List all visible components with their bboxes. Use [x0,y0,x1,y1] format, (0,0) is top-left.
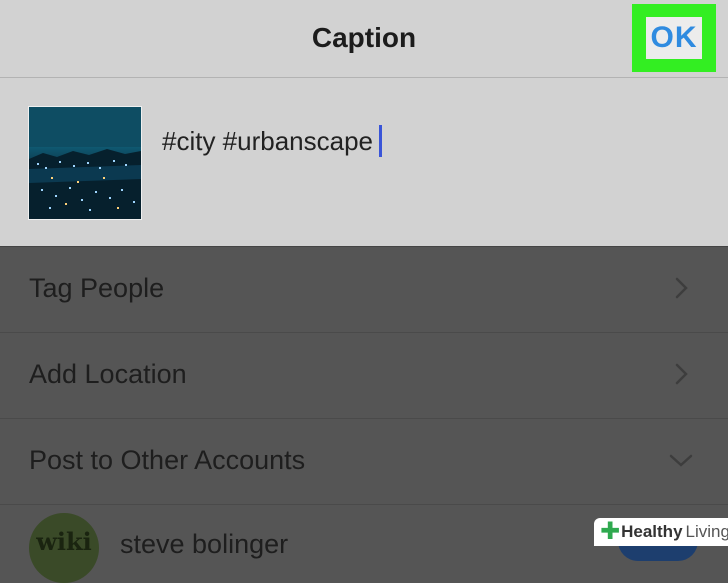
watermark-word1: Healthy [621,522,683,541]
chevron-right-icon [675,363,688,385]
tag-people-row[interactable]: Tag People [0,247,728,333]
top-bar: Caption OK [0,0,728,78]
ok-button[interactable]: OK [646,17,702,59]
caption-text: #city #urbanscape [162,125,374,156]
text-cursor [379,125,383,157]
chevron-right-icon [675,277,688,299]
watermark: ✚ Healthy Living [594,518,728,546]
watermark-word2: Living [685,522,728,541]
account-name: steve bolinger [120,529,289,559]
plus-icon: ✚ [600,518,621,545]
caption-area: #city #urbanscape [0,78,728,247]
ok-highlight: OK [632,4,716,72]
page-title: Caption [311,22,417,53]
city-night-photo-icon [29,107,141,219]
post-other-accounts-row[interactable]: Post to Other Accounts [0,419,728,505]
tag-people-label: Tag People [29,273,165,303]
post-other-accounts-label: Post to Other Accounts [29,445,306,475]
photo-thumbnail [28,106,142,220]
avatar-text: wiki [36,527,92,556]
caption-input[interactable]: #city #urbanscape [162,125,383,157]
add-location-label: Add Location [29,359,187,389]
chevron-down-icon [669,454,693,467]
add-location-row[interactable]: Add Location [0,333,728,419]
avatar: wiki [29,513,99,583]
